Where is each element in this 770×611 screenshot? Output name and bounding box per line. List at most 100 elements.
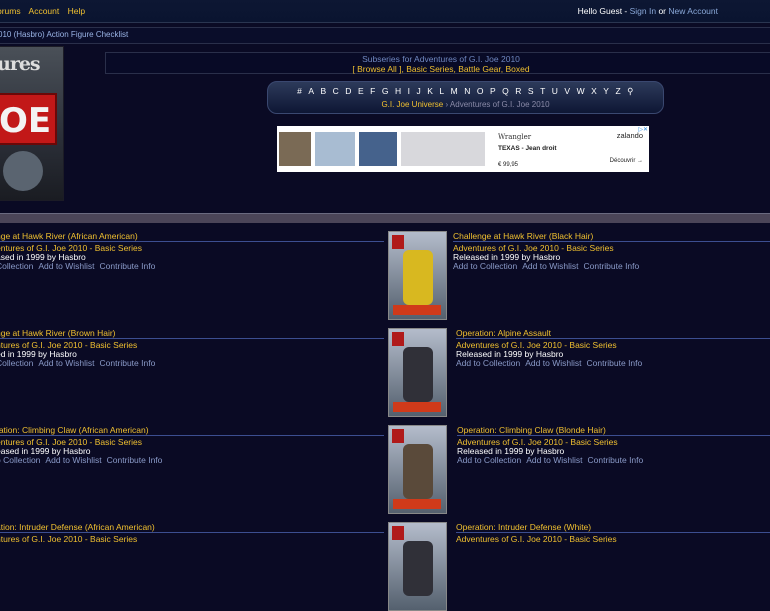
top-nav: orums Account Help bbox=[0, 6, 91, 16]
browse-all-link[interactable]: [ Browse All ] bbox=[352, 64, 401, 74]
ad-cta-button[interactable]: Découvrir → bbox=[610, 158, 643, 164]
letter-d[interactable]: D bbox=[345, 86, 352, 96]
letter-y[interactable]: Y bbox=[603, 86, 609, 96]
add-to-wishlist-link[interactable]: Add to Wishlist bbox=[522, 261, 578, 271]
joe-logo-icon bbox=[392, 429, 404, 443]
contribute-info-link[interactable]: Contribute Info bbox=[107, 455, 163, 465]
letter-n[interactable]: N bbox=[464, 86, 471, 96]
figure-image[interactable] bbox=[388, 425, 447, 514]
basic-series-link[interactable]: Basic Series bbox=[406, 64, 453, 74]
add-to-collection-link[interactable]: Collection bbox=[0, 358, 33, 368]
letter-w[interactable]: W bbox=[577, 86, 586, 96]
add-to-collection-link[interactable]: Add to Collection bbox=[453, 261, 517, 271]
letter-q[interactable]: Q bbox=[502, 86, 509, 96]
letter-hash[interactable]: # bbox=[297, 86, 302, 96]
ad-brand: Wrangler bbox=[498, 133, 532, 141]
add-to-collection-link[interactable]: Add to Collection bbox=[457, 455, 521, 465]
letter-b[interactable]: B bbox=[320, 86, 326, 96]
letter-o[interactable]: O bbox=[477, 86, 484, 96]
universe-current: Adventures of G.I. Joe 2010 bbox=[449, 100, 550, 109]
figure-series-link[interactable]: ntures of G.I. Joe 2010 - Basic Series bbox=[0, 534, 137, 544]
add-to-wishlist-link[interactable]: Add to Wishlist bbox=[38, 358, 94, 368]
figure-icon bbox=[403, 541, 433, 596]
new-account-link[interactable]: New Account bbox=[668, 6, 718, 16]
universe-link[interactable]: G.I. Joe Universe bbox=[381, 100, 443, 109]
letter-h[interactable]: H bbox=[395, 86, 402, 96]
figure-image[interactable] bbox=[388, 231, 447, 320]
letter-a[interactable]: A bbox=[308, 86, 314, 96]
ad-image-4[interactable] bbox=[401, 132, 485, 166]
figure-actions: Collection Add to Wishlist Contribute Info bbox=[0, 261, 160, 271]
joe-logo-icon bbox=[392, 235, 404, 249]
nav-forums[interactable]: orums bbox=[0, 6, 21, 16]
add-to-wishlist-link[interactable]: Add to Wishlist bbox=[526, 455, 582, 465]
logo-mark: OE bbox=[0, 101, 52, 141]
contribute-info-link[interactable]: Contribute Info bbox=[583, 261, 639, 271]
letter-m[interactable]: M bbox=[451, 86, 459, 96]
letter-f[interactable]: F bbox=[370, 86, 376, 96]
letter-j[interactable]: J bbox=[416, 86, 421, 96]
figure-actions: Add to Collection Add to Wishlist Contribu… bbox=[456, 358, 647, 368]
series-logo: ures OE bbox=[0, 46, 64, 201]
advertisement[interactable]: Wrangler TEXAS - Jean droit € 99,95 zala… bbox=[277, 126, 649, 172]
page-title: 010 (Hasbro) Action Figure Checklist bbox=[0, 30, 129, 39]
ad-title: TEXAS - Jean droit bbox=[498, 145, 557, 152]
greeting-text: Hello Guest - bbox=[577, 6, 630, 16]
letter-e[interactable]: E bbox=[358, 86, 364, 96]
add-to-wishlist-link[interactable]: Add to Wishlist bbox=[45, 455, 101, 465]
or-text: or bbox=[656, 6, 669, 16]
logo-graphic bbox=[3, 151, 43, 191]
letter-l[interactable]: L bbox=[439, 86, 444, 96]
letter-v[interactable]: V bbox=[564, 86, 570, 96]
contribute-info-link[interactable]: Contribute Info bbox=[586, 358, 642, 368]
add-to-collection-link[interactable]: Collection bbox=[0, 261, 33, 271]
contribute-info-link[interactable]: Contribute Info bbox=[587, 455, 643, 465]
figure-series-link[interactable]: Adventures of G.I. Joe 2010 - Basic Seri… bbox=[456, 534, 617, 544]
add-to-collection-link[interactable]: o Collection bbox=[0, 455, 40, 465]
letter-k[interactable]: K bbox=[427, 86, 433, 96]
ad-choices-icon[interactable]: ▷✕ bbox=[638, 126, 648, 133]
figure-image[interactable] bbox=[388, 328, 447, 417]
top-nav-bar: orums Account Help Hello Guest - Sign In… bbox=[0, 0, 770, 23]
ad-image-2[interactable] bbox=[315, 132, 355, 166]
letter-i[interactable]: I bbox=[408, 86, 411, 96]
figure-name-link[interactable]: ation: Intruder Defense (African America… bbox=[0, 522, 384, 533]
figure-icon bbox=[403, 444, 433, 499]
figure-name-link[interactable]: Operation: Alpine Assault bbox=[456, 328, 770, 339]
letter-u[interactable]: U bbox=[552, 86, 559, 96]
letter-r[interactable]: R bbox=[515, 86, 522, 96]
add-to-wishlist-link[interactable]: Add to Wishlist bbox=[525, 358, 581, 368]
boxed-link[interactable]: Boxed bbox=[506, 64, 530, 74]
letter-c[interactable]: C bbox=[333, 86, 340, 96]
ad-image-3[interactable] bbox=[359, 132, 397, 166]
joe-logo-icon bbox=[392, 332, 404, 346]
figure-name-link[interactable]: Challenge at Hawk River (Black Hair) bbox=[453, 231, 770, 242]
ad-image-1[interactable] bbox=[279, 132, 311, 166]
letter-s[interactable]: S bbox=[528, 86, 534, 96]
breadcrumb: 010 (Hasbro) Action Figure Checklist bbox=[0, 27, 770, 44]
figure-name-link[interactable]: Operation: Intruder Defense (White) bbox=[456, 522, 770, 533]
figure-name-link[interactable]: ration: Climbing Claw (African American) bbox=[0, 425, 384, 436]
package-base bbox=[393, 499, 441, 509]
add-to-wishlist-link[interactable]: Add to Wishlist bbox=[38, 261, 94, 271]
section-divider bbox=[0, 213, 770, 223]
search-icon[interactable]: ⚲ bbox=[627, 86, 634, 96]
letter-g[interactable]: G bbox=[382, 86, 389, 96]
package-base bbox=[393, 402, 441, 412]
figure-name-link[interactable]: nge at Hawk River (Brown Hair) bbox=[0, 328, 384, 339]
nav-help[interactable]: Help bbox=[68, 6, 85, 16]
contribute-info-link[interactable]: Contribute Info bbox=[100, 358, 156, 368]
figure-actions: Add to Collection Add to Wishlist Contribu… bbox=[457, 455, 648, 465]
letter-x[interactable]: X bbox=[591, 86, 597, 96]
figure-image[interactable] bbox=[388, 522, 447, 611]
add-to-collection-link[interactable]: Add to Collection bbox=[456, 358, 520, 368]
battle-gear-link[interactable]: Battle Gear bbox=[458, 64, 501, 74]
figure-name-link[interactable]: nge at Hawk River (African American) bbox=[0, 231, 384, 242]
sign-in-link[interactable]: Sign In bbox=[630, 6, 656, 16]
letter-p[interactable]: P bbox=[490, 86, 496, 96]
letter-t[interactable]: T bbox=[540, 86, 546, 96]
figure-name-link[interactable]: Operation: Climbing Claw (Blonde Hair) bbox=[457, 425, 770, 436]
contribute-info-link[interactable]: Contribute Info bbox=[100, 261, 156, 271]
nav-account[interactable]: Account bbox=[29, 6, 60, 16]
letter-z[interactable]: Z bbox=[615, 86, 621, 96]
